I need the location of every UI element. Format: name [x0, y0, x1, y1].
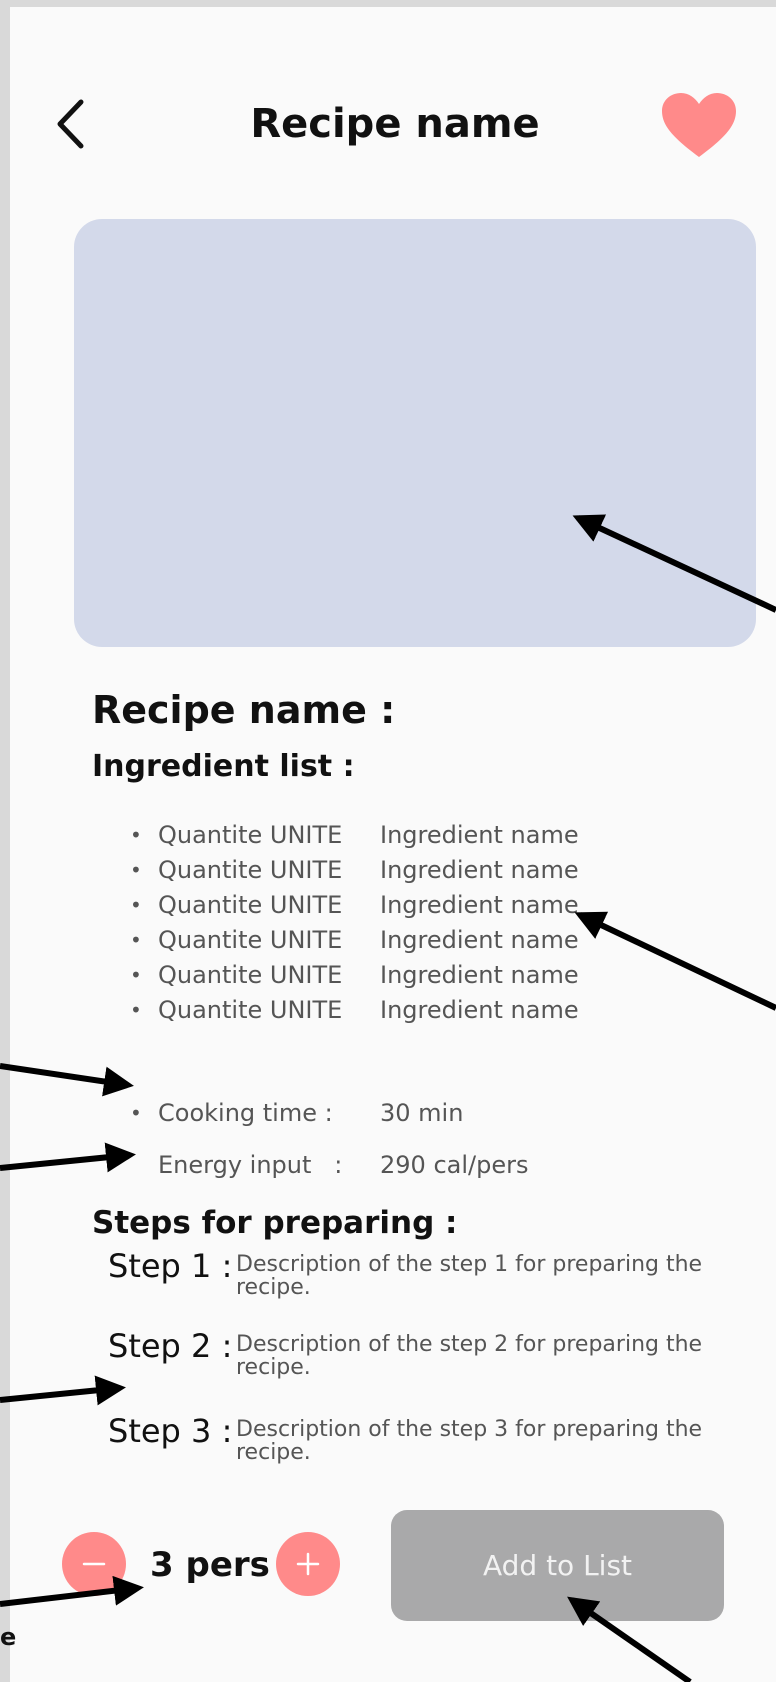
annotation-arrows: [0, 514, 776, 1682]
annotation-arrow: [567, 1596, 692, 1682]
annotation-arrow: [574, 911, 776, 1011]
annotation-arrow: [0, 1142, 136, 1173]
annotation-label: e: [0, 1623, 17, 1651]
annotation-arrow: [0, 1375, 126, 1406]
annotation-arrow: [0, 1575, 144, 1607]
annotation-arrow: [572, 514, 776, 613]
annotation-arrow: [0, 1063, 134, 1097]
